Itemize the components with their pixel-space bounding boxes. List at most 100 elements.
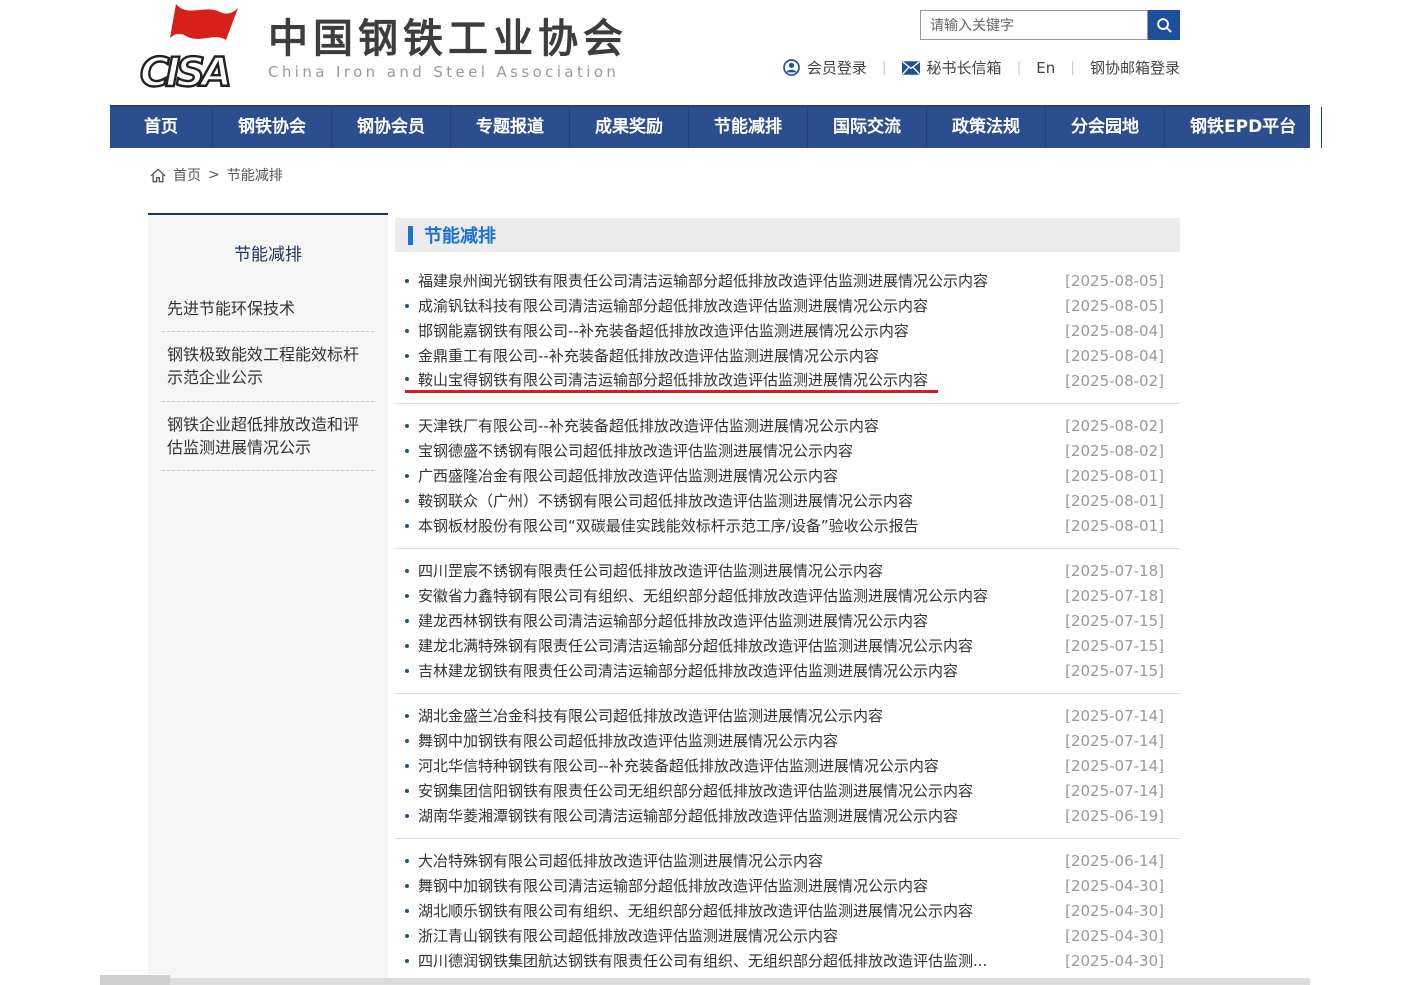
article-link[interactable]: 浙江青山钢铁有限公司超低排放改造评估监测进展情况公示内容	[405, 925, 838, 946]
nav-item-3[interactable]: 专题报道	[451, 107, 570, 148]
article-link[interactable]: 吉林建龙钢铁有限责任公司清洁运输部分超低排放改造评估监测进展情况公示内容	[405, 660, 958, 681]
article-title: 湖北金盛兰冶金科技有限公司超低排放改造评估监测进展情况公示内容	[418, 705, 883, 726]
article-link[interactable]: 宝钢德盛不锈钢有限公司超低排放改造评估监测进展情况公示内容	[405, 440, 853, 461]
article-row: 鞍钢联众（广州）不锈钢有限公司超低排放改造评估监测进展情况公示内容 [2025-…	[405, 488, 1164, 513]
article-link[interactable]: 安徽省力鑫特钢有限公司有组织、无组织部分超低排放改造评估监测进展情况公示内容	[405, 585, 988, 606]
article-row: 吉林建龙钢铁有限责任公司清洁运输部分超低排放改造评估监测进展情况公示内容 [20…	[405, 658, 1164, 683]
article-title: 建龙北满特殊钢有限责任公司清洁运输部分超低排放改造评估监测进展情况公示内容	[418, 635, 973, 656]
sidebar-item-0[interactable]: 先进节能环保技术	[162, 286, 374, 332]
article-link[interactable]: 舞钢中加钢铁有限公司超低排放改造评估监测进展情况公示内容	[405, 730, 838, 751]
section-title: 节能减排	[424, 222, 496, 248]
search-icon	[1156, 17, 1173, 34]
sidebar-item-1[interactable]: 钢铁极致能效工程能效标杆示范企业公示	[162, 332, 374, 401]
nav-item-0[interactable]: 首页	[110, 107, 213, 148]
bullet-icon	[405, 594, 409, 598]
article-link[interactable]: 成渝钒钛科技有限公司清洁运输部分超低排放改造评估监测进展情况公示内容	[405, 295, 928, 316]
article-row: 河北华信特种钢铁有限公司--补充装备超低排放改造评估监测进展情况公示内容 [20…	[405, 753, 1164, 778]
article-link[interactable]: 天津铁厂有限公司--补充装备超低排放改造评估监测进展情况公示内容	[405, 415, 879, 436]
article-row: 福建泉州闽光钢铁有限责任公司清洁运输部分超低排放改造评估监测进展情况公示内容 […	[405, 268, 1164, 293]
nav-item-4[interactable]: 成果奖励	[570, 107, 689, 148]
article-link[interactable]: 建龙西林钢铁有限公司清洁运输部分超低排放改造评估监测进展情况公示内容	[405, 610, 928, 631]
article-date: [2025-04-30]	[1065, 902, 1164, 920]
article-date: [2025-08-05]	[1065, 272, 1164, 290]
bullet-icon	[405, 499, 409, 503]
nav-item-2[interactable]: 钢协会员	[332, 107, 451, 148]
nav-item-8[interactable]: 分会园地	[1046, 107, 1165, 148]
article-link[interactable]: 湖北金盛兰冶金科技有限公司超低排放改造评估监测进展情况公示内容	[405, 705, 883, 726]
bullet-icon	[405, 354, 409, 358]
site-logo[interactable]: CISA 中国钢铁工业协会 China Iron and Steel Assoc…	[138, 2, 628, 94]
article-link[interactable]: 四川罡宸不锈钢有限责任公司超低排放改造评估监测进展情况公示内容	[405, 560, 883, 581]
article-link[interactable]: 河北华信特种钢铁有限公司--补充装备超低排放改造评估监测进展情况公示内容	[405, 755, 939, 776]
article-link[interactable]: 湖北顺乐钢铁有限公司有组织、无组织部分超低排放改造评估监测进展情况公示内容	[405, 900, 973, 921]
site-title: 中国钢铁工业协会	[268, 16, 628, 62]
article-row: 湖北金盛兰冶金科技有限公司超低排放改造评估监测进展情况公示内容 [2025-07…	[405, 703, 1164, 728]
article-group-2: 四川罡宸不锈钢有限责任公司超低排放改造评估监测进展情况公示内容 [2025-07…	[395, 548, 1180, 693]
article-title: 大冶特殊钢有限公司超低排放改造评估监测进展情况公示内容	[418, 850, 823, 871]
search-input[interactable]	[920, 10, 1148, 40]
breadcrumb-home[interactable]: 首页	[173, 165, 201, 185]
article-link[interactable]: 金鼎重工有限公司--补充装备超低排放改造评估监测进展情况公示内容	[405, 345, 879, 366]
bullet-icon	[405, 449, 409, 453]
article-date: [2025-08-01]	[1065, 492, 1164, 510]
nav-item-6[interactable]: 国际交流	[808, 107, 927, 148]
breadcrumb-separator: >	[208, 167, 220, 183]
article-row: 湖南华菱湘潭钢铁有限公司清洁运输部分超低排放改造评估监测进展情况公示内容 [20…	[405, 803, 1164, 828]
article-link[interactable]: 本钢板材股份有限公司“双碳最佳实践能效标杆示范工序/设备”验收公示报告	[405, 515, 919, 536]
article-date: [2025-08-02]	[1065, 372, 1164, 390]
nav-item-1[interactable]: 钢铁协会	[213, 107, 332, 148]
nav-item-9[interactable]: 钢铁EPD平台	[1165, 107, 1322, 148]
article-date: [2025-07-18]	[1065, 587, 1164, 605]
article-date: [2025-07-14]	[1065, 732, 1164, 750]
article-title: 宝钢德盛不锈钢有限公司超低排放改造评估监测进展情况公示内容	[418, 440, 853, 461]
header-link-2[interactable]: En	[1036, 59, 1055, 77]
bullet-icon	[405, 859, 409, 863]
bullet-icon	[405, 714, 409, 718]
article-date: [2025-07-14]	[1065, 757, 1164, 775]
article-row: 舞钢中加钢铁有限公司清洁运输部分超低排放改造评估监测进展情况公示内容 [2025…	[405, 873, 1164, 898]
sidebar-item-2[interactable]: 钢铁企业超低排放改造和评估监测进展情况公示	[162, 402, 374, 471]
article-date: [2025-07-14]	[1065, 707, 1164, 725]
article-group-0: 福建泉州闽光钢铁有限责任公司清洁运输部分超低排放改造评估监测进展情况公示内容 […	[395, 268, 1180, 403]
article-date: [2025-07-15]	[1065, 637, 1164, 655]
article-title: 舞钢中加钢铁有限公司超低排放改造评估监测进展情况公示内容	[418, 730, 838, 751]
article-row: 安徽省力鑫特钢有限公司有组织、无组织部分超低排放改造评估监测进展情况公示内容 […	[405, 583, 1164, 608]
article-link[interactable]: 四川德润钢铁集团航达钢铁有限责任公司有组织、无组织部分超低排放改造评估监测...	[405, 950, 987, 971]
article-link[interactable]: 大冶特殊钢有限公司超低排放改造评估监测进展情况公示内容	[405, 850, 823, 871]
article-link[interactable]: 鞍钢联众（广州）不锈钢有限公司超低排放改造评估监测进展情况公示内容	[405, 490, 913, 511]
header-link-separator: |	[1070, 60, 1075, 76]
article-title: 邯钢能嘉钢铁有限公司--补充装备超低排放改造评估监测进展情况公示内容	[418, 320, 909, 341]
article-link[interactable]: 广西盛隆冶金有限公司超低排放改造评估监测进展情况公示内容	[405, 465, 838, 486]
article-link-highlighted[interactable]: 鞍山宝得钢铁有限公司清洁运输部分超低排放改造评估监测进展情况公示内容	[405, 369, 938, 393]
article-link[interactable]: 福建泉州闽光钢铁有限责任公司清洁运输部分超低排放改造评估监测进展情况公示内容	[405, 270, 988, 291]
nav-item-10[interactable]: 低碳平台	[1322, 107, 1416, 148]
nav-item-7[interactable]: 政策法规	[927, 107, 1046, 148]
nav-item-5[interactable]: 节能减排	[689, 107, 808, 148]
article-row: 安钢集团信阳钢铁有限责任公司无组织部分超低排放改造评估监测进展情况公示内容 [2…	[405, 778, 1164, 803]
cisa-logo-icon: CISA	[138, 2, 256, 94]
home-icon	[150, 168, 166, 183]
article-link[interactable]: 建龙北满特殊钢有限责任公司清洁运输部分超低排放改造评估监测进展情况公示内容	[405, 635, 973, 656]
bullet-icon	[405, 934, 409, 938]
article-date: [2025-08-04]	[1065, 322, 1164, 340]
article-row: 建龙北满特殊钢有限责任公司清洁运输部分超低排放改造评估监测进展情况公示内容 [2…	[405, 633, 1164, 658]
bullet-icon	[405, 377, 409, 381]
article-date: [2025-07-15]	[1065, 612, 1164, 630]
article-link[interactable]: 邯钢能嘉钢铁有限公司--补充装备超低排放改造评估监测进展情况公示内容	[405, 320, 909, 341]
header-link-separator: |	[882, 60, 887, 76]
article-link[interactable]: 舞钢中加钢铁有限公司清洁运输部分超低排放改造评估监测进展情况公示内容	[405, 875, 928, 896]
article-link[interactable]: 安钢集团信阳钢铁有限责任公司无组织部分超低排放改造评估监测进展情况公示内容	[405, 780, 973, 801]
search-button[interactable]	[1148, 10, 1180, 40]
article-link[interactable]: 湖南华菱湘潭钢铁有限公司清洁运输部分超低排放改造评估监测进展情况公示内容	[405, 805, 958, 826]
article-row: 宝钢德盛不锈钢有限公司超低排放改造评估监测进展情况公示内容 [2025-08-0…	[405, 438, 1164, 463]
article-row: 金鼎重工有限公司--补充装备超低排放改造评估监测进展情况公示内容 [2025-0…	[405, 343, 1164, 368]
article-title: 建龙西林钢铁有限公司清洁运输部分超低排放改造评估监测进展情况公示内容	[418, 610, 928, 631]
header-link-0[interactable]: 会员登录	[783, 57, 867, 78]
bullet-icon	[405, 814, 409, 818]
article-date: [2025-04-30]	[1065, 952, 1164, 970]
header-link-1[interactable]: 秘书长信箱	[902, 57, 1002, 78]
header-link-separator: |	[1017, 60, 1022, 76]
article-row: 邯钢能嘉钢铁有限公司--补充装备超低排放改造评估监测进展情况公示内容 [2025…	[405, 318, 1164, 343]
header-link-3[interactable]: 钢协邮箱登录	[1090, 57, 1180, 78]
article-group-3: 湖北金盛兰冶金科技有限公司超低排放改造评估监测进展情况公示内容 [2025-07…	[395, 693, 1180, 838]
